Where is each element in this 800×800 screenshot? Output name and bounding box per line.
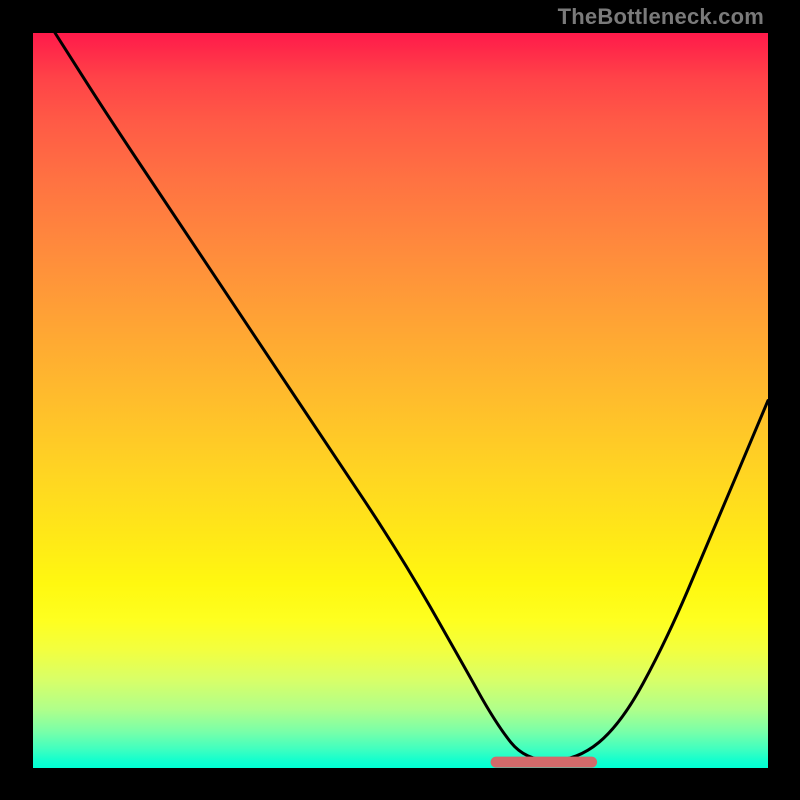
plot-area bbox=[33, 33, 768, 768]
chart-svg bbox=[33, 33, 768, 768]
main-curve-path bbox=[55, 33, 768, 761]
chart-frame: TheBottleneck.com bbox=[0, 0, 800, 800]
watermark-text: TheBottleneck.com bbox=[558, 4, 764, 30]
